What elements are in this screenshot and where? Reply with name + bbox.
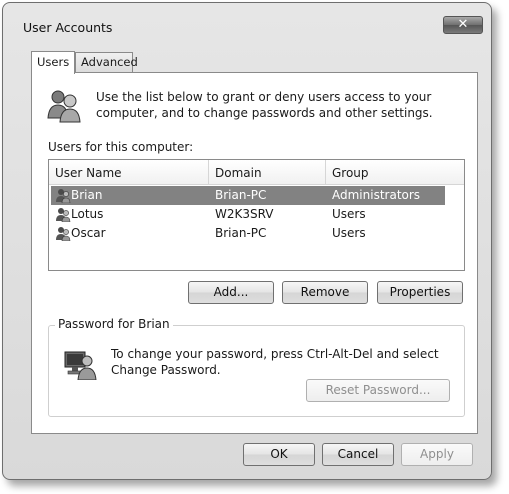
users-tab-panel: Use the list below to grant or deny user… <box>31 72 478 434</box>
password-groupbox: Password for Brian To change your passwo… <box>48 317 465 417</box>
user-domain: W2K3SRV <box>215 207 274 221</box>
user-computer-icon <box>63 346 97 380</box>
user-icon <box>55 207 71 222</box>
users-list[interactable]: User Name Domain Group Brian Brian-PC Ad… <box>48 159 465 271</box>
add-user-button[interactable]: Add... <box>188 281 274 304</box>
column-header-user-name[interactable]: User Name <box>49 160 209 185</box>
user-group: Users <box>332 226 366 240</box>
reset-password-button[interactable]: Reset Password... <box>306 379 450 402</box>
list-header: User Name Domain Group <box>49 160 464 185</box>
window-title: User Accounts <box>23 20 113 35</box>
users-icon <box>46 88 82 124</box>
cancel-button[interactable]: Cancel <box>322 443 394 466</box>
close-icon: ✕ <box>457 17 469 32</box>
apply-button[interactable]: Apply <box>401 443 473 466</box>
users-list-label: Users for this computer: <box>48 140 194 154</box>
ok-button[interactable]: OK <box>243 443 315 466</box>
user-group: Users <box>332 207 366 221</box>
user-name: Oscar <box>71 226 106 240</box>
user-group: Administrators <box>332 188 421 202</box>
user-row-oscar[interactable]: Oscar Brian-PC Users <box>51 224 445 243</box>
password-instructions: To change your password, press Ctrl-Alt-… <box>111 347 439 377</box>
user-row-brian[interactable]: Brian Brian-PC Administrators <box>51 186 445 205</box>
user-accounts-window: User Accounts ✕ Users Advanced Use the l… <box>2 2 492 480</box>
close-button[interactable]: ✕ <box>443 16 483 34</box>
tab-advanced[interactable]: Advanced <box>75 52 138 72</box>
user-name: Lotus <box>71 207 104 221</box>
tab-users[interactable]: Users <box>31 51 75 74</box>
user-row-lotus[interactable]: Lotus W2K3SRV Users <box>51 205 445 224</box>
intro-text: Use the list below to grant or deny user… <box>96 90 433 120</box>
user-domain: Brian-PC <box>215 226 267 240</box>
properties-button[interactable]: Properties <box>377 281 463 304</box>
column-header-group[interactable]: Group <box>326 160 443 185</box>
remove-user-button[interactable]: Remove <box>282 281 368 304</box>
password-group-title: Password for Brian <box>55 317 173 331</box>
user-name: Brian <box>71 188 103 202</box>
user-icon <box>55 226 71 241</box>
column-header-domain[interactable]: Domain <box>209 160 326 185</box>
user-icon <box>55 188 71 203</box>
title-bar[interactable]: User Accounts ✕ <box>3 3 491 39</box>
user-domain: Brian-PC <box>215 188 267 202</box>
